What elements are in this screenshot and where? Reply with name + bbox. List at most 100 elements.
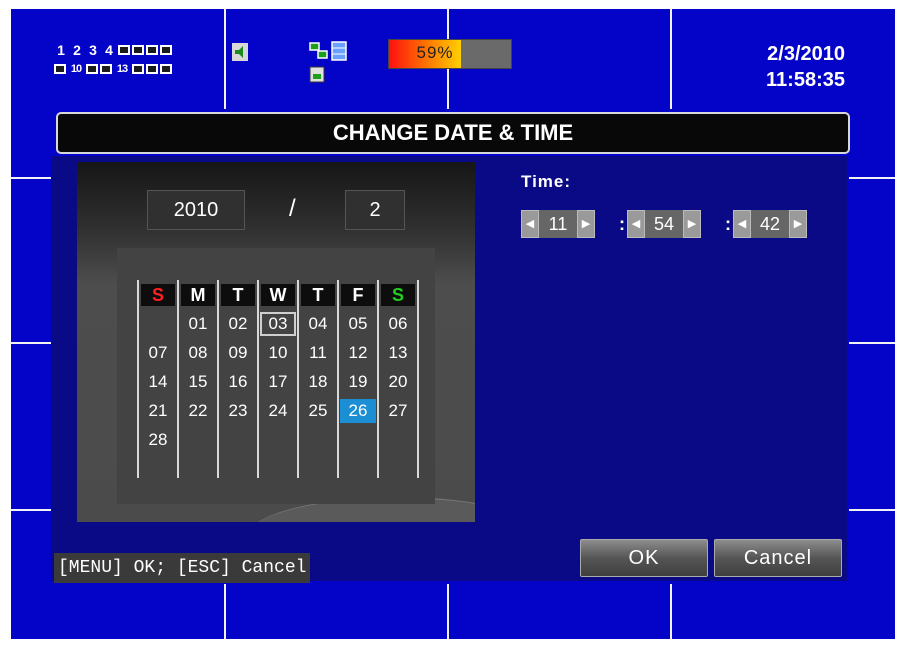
calendar-column-separator	[217, 280, 219, 478]
weekday-header: F	[341, 284, 375, 306]
channel-6	[132, 45, 144, 55]
channel-8	[160, 45, 172, 55]
hour-increase-icon[interactable]: ▶	[577, 210, 595, 238]
date-separator: /	[289, 195, 296, 222]
grid-line	[11, 177, 56, 179]
grid-line	[849, 342, 895, 344]
calendar-day[interactable]: 17	[260, 370, 296, 394]
calendar-day[interactable]: 21	[140, 399, 176, 423]
calendar-day[interactable]: 23	[220, 399, 256, 423]
calendar-column-separator	[377, 280, 379, 478]
grid-line	[849, 177, 895, 179]
year-field[interactable]: 2010	[147, 190, 245, 230]
weekday-header: T	[221, 284, 255, 306]
minute-decrease-icon[interactable]: ◀	[627, 210, 645, 238]
channel-5	[118, 45, 130, 55]
calendar-day[interactable]: 02	[220, 312, 256, 336]
calendar-day[interactable]: 15	[180, 370, 216, 394]
dialog-title: CHANGE DATE & TIME	[56, 112, 850, 154]
channel-16	[160, 64, 172, 74]
channel-14	[132, 64, 144, 74]
channel-9	[54, 64, 66, 74]
calendar-day[interactable]: 24	[260, 399, 296, 423]
grid-line	[447, 584, 449, 639]
second-value: 42	[759, 213, 781, 234]
calendar-column-separator	[337, 280, 339, 478]
channel-12	[100, 64, 112, 74]
channel-row-1: 1 2 3 4	[54, 42, 172, 58]
ok-button[interactable]: OK	[580, 539, 708, 577]
calendar-day[interactable]: 16	[220, 370, 256, 394]
calendar-column-separator	[417, 280, 419, 478]
hour-value: 11	[548, 213, 568, 234]
hour-stepper[interactable]: ◀ 11 ▶	[521, 210, 595, 238]
calendar-day[interactable]: 08	[180, 341, 216, 365]
month-field[interactable]: 2	[345, 190, 405, 230]
second-stepper[interactable]: ◀ 42 ▶	[733, 210, 807, 238]
calendar-day[interactable]: 19	[340, 370, 376, 394]
grid-line	[11, 509, 56, 511]
calendar-day[interactable]: 12	[340, 341, 376, 365]
calendar-day[interactable]: 28	[140, 428, 176, 452]
time-colon: :	[725, 214, 731, 234]
minute-value: 54	[653, 213, 675, 234]
grid-line	[224, 584, 226, 639]
hdd-usage-label: 59%	[416, 43, 454, 62]
weekday-header: W	[261, 284, 295, 306]
weekday-header: S	[381, 284, 415, 306]
disk-icon	[309, 66, 325, 83]
calendar-grid: S M T W T F S 01 02 03 04 05 06 07 08 09 10 11 12 13 14 15 16 1…	[137, 280, 419, 478]
calendar-day[interactable]: 04	[300, 312, 336, 336]
calendar-day[interactable]: 05	[340, 312, 376, 336]
second-decrease-icon[interactable]: ◀	[733, 210, 751, 238]
hdd-usage-bar: 59%	[388, 39, 512, 69]
calendar-day[interactable]: 13	[380, 341, 416, 365]
calendar-day[interactable]: 03	[260, 312, 296, 336]
key-hint: [MENU] OK; [ESC] Cancel	[54, 553, 311, 583]
calendar-day[interactable]: 11	[300, 341, 336, 365]
calendar-day[interactable]: 06	[380, 312, 416, 336]
time-colon: :	[619, 214, 625, 234]
channel-4: 4	[105, 42, 113, 58]
weekday-header: T	[301, 284, 335, 306]
speaker-icon	[232, 43, 248, 61]
time-label: Time:	[521, 172, 572, 191]
channel-indicators: 1 2 3 4 10 13	[54, 42, 172, 80]
calendar-day[interactable]: 07	[140, 341, 176, 365]
weekday-header: S	[141, 284, 175, 306]
cancel-button[interactable]: Cancel	[714, 539, 842, 577]
calendar-column-separator	[177, 280, 179, 478]
calendar-day[interactable]: 22	[180, 399, 216, 423]
calendar-day[interactable]: 10	[260, 341, 296, 365]
calendar-day[interactable]: 20	[380, 370, 416, 394]
channel-7	[146, 45, 158, 55]
grid-line	[11, 342, 56, 344]
channel-11	[86, 64, 98, 74]
system-clock: 2/3/2010 11:58:35	[766, 41, 845, 93]
hour-decrease-icon[interactable]: ◀	[521, 210, 539, 238]
channel-row-2: 10 13	[54, 61, 172, 77]
clock-date: 2/3/2010	[767, 43, 845, 65]
calendar-column-separator	[257, 280, 259, 478]
calendar-day[interactable]: 18	[300, 370, 336, 394]
record-icon	[331, 41, 347, 61]
calendar-day[interactable]: 09	[220, 341, 256, 365]
calendar-column-separator	[297, 280, 299, 478]
calendar-day[interactable]: 26	[340, 399, 376, 423]
channel-15	[146, 64, 158, 74]
weekday-header: M	[181, 284, 215, 306]
calendar-day[interactable]: 14	[140, 370, 176, 394]
second-increase-icon[interactable]: ▶	[789, 210, 807, 238]
calendar-grid-panel: S M T W T F S 01 02 03 04 05 06 07 08 09 10 11 12 13 14 15 16 1…	[117, 248, 435, 504]
minute-increase-icon[interactable]: ▶	[683, 210, 701, 238]
network-icon	[309, 42, 328, 59]
grid-line	[224, 9, 226, 109]
calendar-day[interactable]: 01	[180, 312, 216, 336]
calendar-day[interactable]: 27	[380, 399, 416, 423]
dvr-screen: 1 2 3 4 10 13 59% 2/3/2010 11:58:35 CHAN…	[11, 9, 895, 639]
calendar-column-separator	[137, 280, 139, 478]
calendar-day[interactable]: 25	[300, 399, 336, 423]
channel-2: 2	[73, 42, 81, 58]
minute-stepper[interactable]: ◀ 54 ▶	[627, 210, 701, 238]
channel-10: 10	[70, 63, 82, 75]
